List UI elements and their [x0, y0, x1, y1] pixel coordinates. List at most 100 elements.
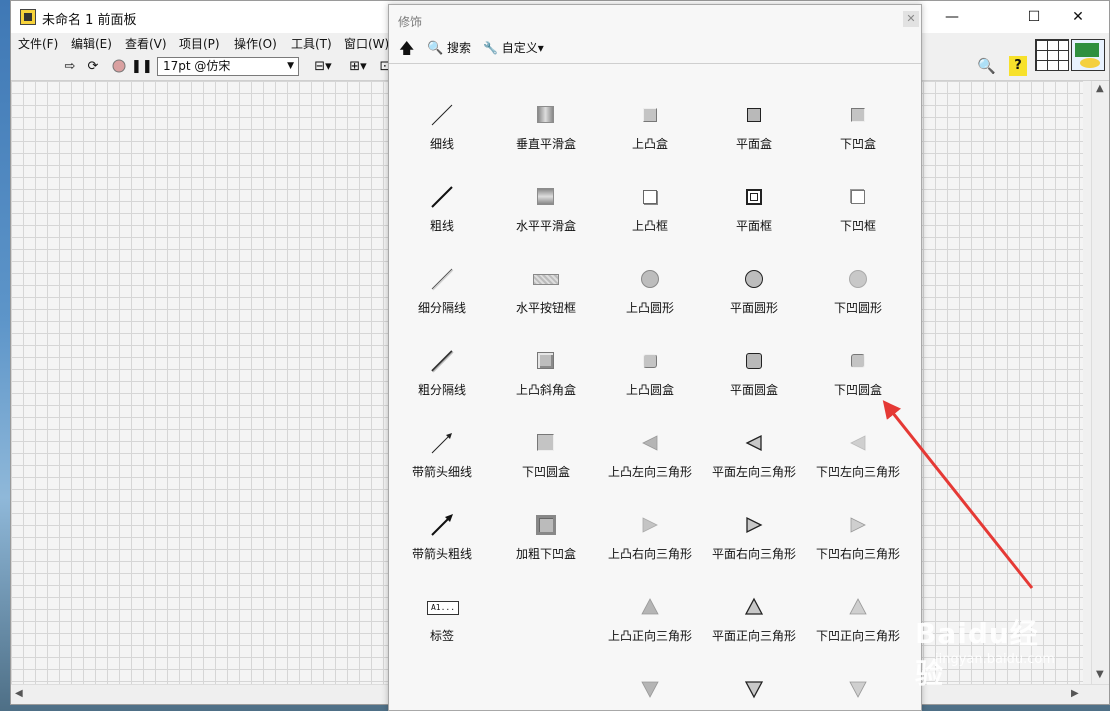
palette-item-label: 平面右向三角形 [711, 547, 796, 561]
scroll-down-icon[interactable]: ▼ [1096, 669, 1104, 680]
palette-item-tri-down-raised[interactable]: 上凸反向三角形 [598, 649, 702, 710]
thick-arrow-icon [430, 513, 454, 537]
palette-item-thick-arrow[interactable]: 带箭头粗线 [390, 485, 494, 567]
palette-item-label: 下凹圆形 [833, 301, 882, 315]
palette-item-tri-right-sunken[interactable]: 下凹右向三角形 [806, 485, 910, 567]
palette-item-tri-up-raised[interactable]: 上凸正向三角形 [598, 567, 702, 649]
palette-item-flat-frame[interactable]: 平面框 [702, 157, 806, 239]
palette-item-thick-divider[interactable]: 粗分隔线 [390, 321, 494, 403]
palette-item-tri-up-flat[interactable]: 平面正向三角形 [702, 567, 806, 649]
glyph-circle [849, 270, 867, 288]
tri-right-raised-icon [638, 513, 662, 537]
palette-item-raised-circle[interactable]: 上凸圆形 [598, 239, 702, 321]
menu-view[interactable]: 查看(V) [125, 35, 167, 52]
palette-item-tri-right-raised[interactable]: 上凸右向三角形 [598, 485, 702, 567]
palette-item-tri-down-sunken[interactable]: 下凹反向三角形 [806, 649, 910, 710]
glyph-circle [641, 270, 659, 288]
palette-item-flat-round-box[interactable]: 平面圆盒 [702, 321, 806, 403]
palette-item-label: 上凸盒 [631, 137, 668, 151]
palette-item-bevel-box[interactable]: 上凸斜角盒 [494, 321, 598, 403]
glyph-box [643, 354, 657, 368]
palette-item-label-box[interactable]: A1... 标签 [390, 567, 494, 649]
abort-icon[interactable] [110, 58, 128, 76]
glyph-svg [431, 104, 453, 126]
help-icon[interactable]: ? [1009, 56, 1027, 76]
glyph-svg [641, 598, 659, 615]
palette-item-tri-down-flat[interactable]: 平面反向三角形 [702, 649, 806, 710]
sunken-box-icon [846, 103, 870, 127]
tri-left-sunken-icon [846, 431, 870, 455]
palette-item-tri-right-flat[interactable]: 平面右向三角形 [702, 485, 806, 567]
menu-file[interactable]: 文件(F) [18, 35, 58, 52]
menu-project[interactable]: 项目(P) [179, 35, 220, 52]
palette-item-raised-frame[interactable]: 上凸框 [598, 157, 702, 239]
glyph-svg [744, 597, 764, 615]
palette-item-thin-line[interactable]: 细线 [390, 75, 494, 157]
maximize-button[interactable]: ☐ [1011, 1, 1057, 33]
pause-icon[interactable]: ❚❚ [131, 58, 153, 76]
glyph-svg [431, 186, 453, 208]
menu-operate[interactable]: 操作(O) [234, 35, 277, 52]
flat-frame-icon [742, 185, 766, 209]
palette-item-hsmooth-box[interactable]: 水平平滑盒 [494, 157, 598, 239]
connector-pane-icon[interactable] [1035, 39, 1069, 71]
palette-item-thin-divider[interactable]: 细分隔线 [390, 239, 494, 321]
vi-icon[interactable] [1071, 39, 1105, 71]
run-continuous-icon[interactable]: ⟳ [84, 58, 102, 76]
distribute-objects-icon[interactable]: ⊞▾ [346, 58, 370, 76]
palette-close-button[interactable]: ✕ [903, 11, 919, 27]
scroll-left-icon[interactable]: ◀ [15, 688, 23, 699]
palette-item-flat-box[interactable]: 平面盒 [702, 75, 806, 157]
run-arrow-icon[interactable]: ⇨ [61, 58, 79, 76]
palette-item-sunken-frame[interactable]: 下凹框 [806, 157, 910, 239]
palette-item-sunken-circle[interactable]: 下凹圆形 [806, 239, 910, 321]
align-objects-icon[interactable]: ⊟▾ [311, 58, 335, 76]
palette-search-button[interactable]: 🔍 搜索 [427, 40, 471, 57]
palette-item-thin-arrow[interactable]: 带箭头细线 [390, 403, 494, 485]
search-icon[interactable]: 🔍 [977, 57, 997, 77]
minimize-button[interactable]: — [929, 1, 975, 33]
palette-item-label: 平面反向三角形 [702, 709, 806, 710]
palette-customize-button[interactable]: 🔧 自定义▾ [483, 40, 544, 56]
palette-item-sunken-box[interactable]: 下凹盒 [806, 75, 910, 157]
glyph-svg [431, 514, 453, 536]
glyph-svg [849, 681, 867, 698]
palette-item-thick-line[interactable]: 粗线 [390, 157, 494, 239]
up-arrow-icon[interactable]: 🡅 [399, 40, 414, 56]
vertical-scrollbar[interactable]: ▲ ▼ [1091, 81, 1109, 685]
tri-up-raised-icon [638, 595, 662, 619]
palette-item-bold-sunken-box[interactable]: 加粗下凹盒 [494, 485, 598, 567]
palette-item-raised-box[interactable]: 上凸盒 [598, 75, 702, 157]
glyph-box [536, 515, 556, 535]
hbutton-box-icon [533, 267, 559, 291]
tri-left-flat-icon [742, 431, 766, 455]
palette-item-label: 上凸正向三角形 [607, 629, 692, 643]
palette-item-vsmooth-box[interactable]: 垂直平滑盒 [494, 75, 598, 157]
scroll-right-icon[interactable]: ▶ [1071, 688, 1079, 699]
palette-item-sunken-round-box[interactable]: 下凹圆盒 [806, 321, 910, 403]
palette-item-tri-up-sunken[interactable]: 下凹正向三角形 [806, 567, 910, 649]
palette-item-hbutton-box[interactable]: 水平按钮框 [494, 239, 598, 321]
palette-item-tri-left-sunken[interactable]: 下凹左向三角形 [806, 403, 910, 485]
palette-item-sunken-box-2[interactable]: 下凹圆盒 [494, 403, 598, 485]
palette-item-tri-left-flat[interactable]: 平面左向三角形 [702, 403, 806, 485]
palette-item-tri-left-raised[interactable]: 上凸左向三角形 [598, 403, 702, 485]
palette-item-flat-circle[interactable]: 平面圆形 [702, 239, 806, 321]
tri-down-sunken-icon [846, 677, 870, 701]
scroll-up-icon[interactable]: ▲ [1096, 83, 1104, 94]
chevron-down-icon: ▼ [287, 61, 294, 71]
tri-right-flat-icon [742, 513, 766, 537]
menu-window[interactable]: 窗口(W) [344, 35, 389, 52]
menu-tools[interactable]: 工具(T) [291, 35, 332, 52]
close-button[interactable]: ✕ [1055, 1, 1101, 33]
palette-item-label: 上凸左向三角形 [607, 465, 692, 479]
menu-edit[interactable]: 编辑(E) [71, 35, 112, 52]
sunken-round-box-icon [846, 349, 870, 373]
sunken-circle-icon [846, 267, 870, 291]
palette-item-label: 平面圆形 [729, 301, 778, 315]
palette-item-label: 上凸反向三角形 [598, 709, 702, 710]
glyph-svg [746, 516, 763, 534]
palette-item-label: 标签 [429, 629, 454, 643]
palette-item-raised-round-box[interactable]: 上凸圆盒 [598, 321, 702, 403]
font-select[interactable]: 17pt @仿宋 ▼ [157, 57, 299, 76]
